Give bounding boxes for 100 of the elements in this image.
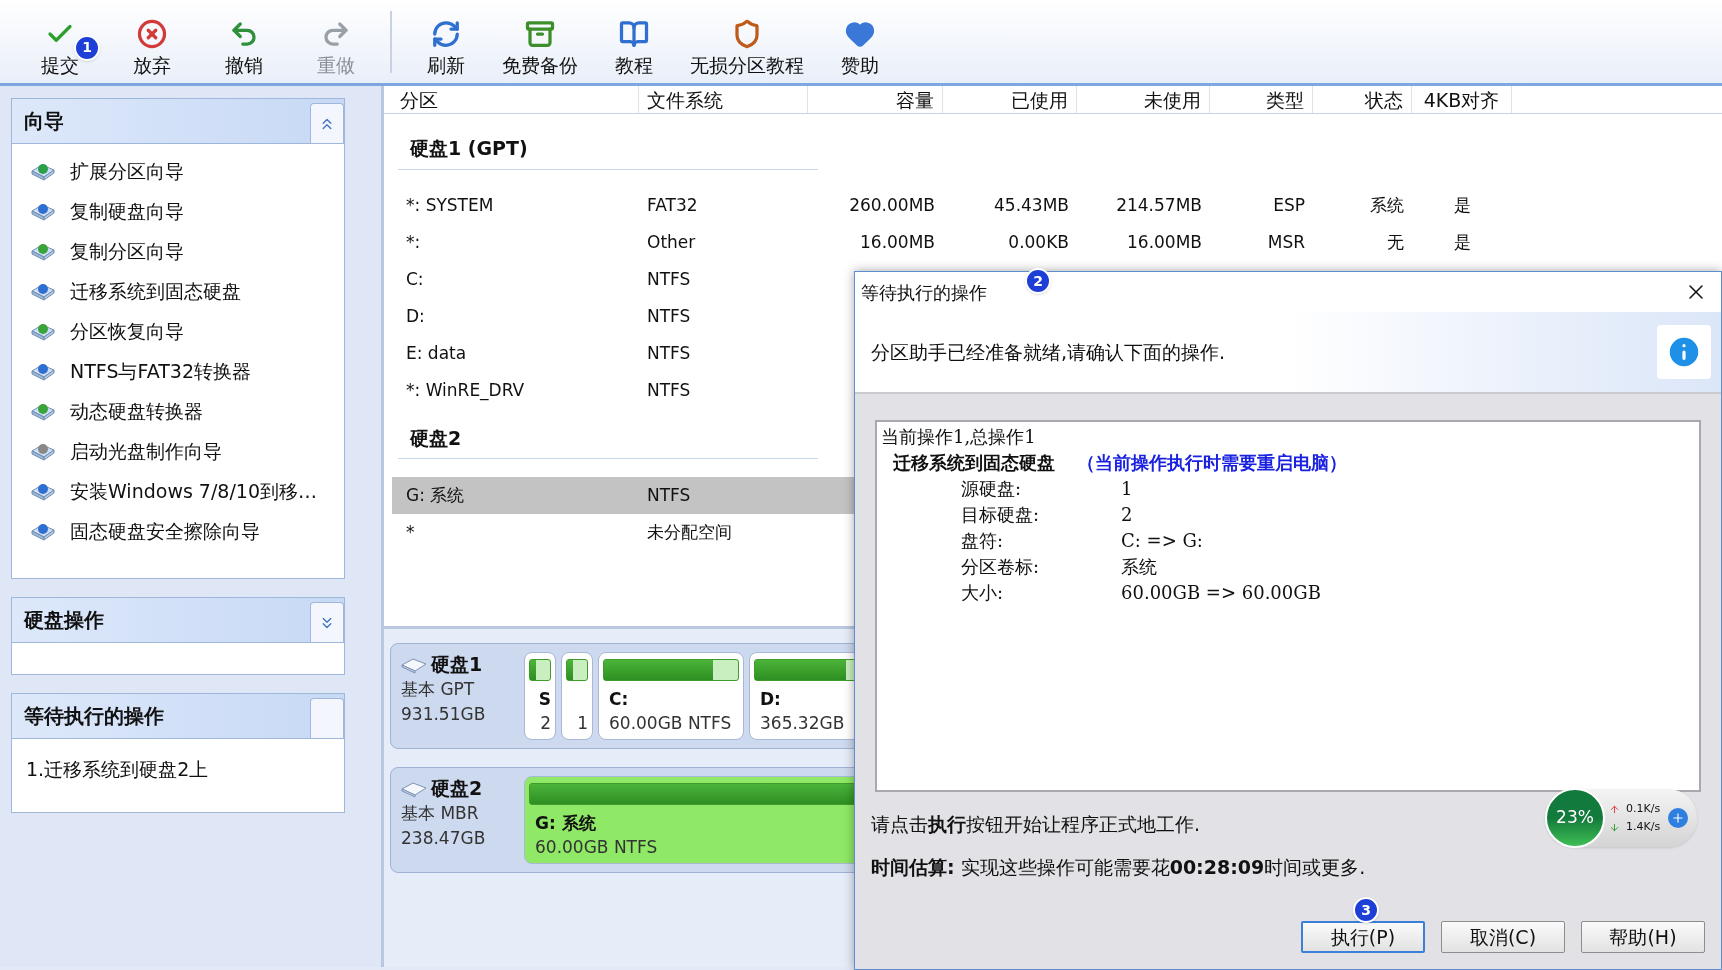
column-header[interactable]: 容量 — [808, 86, 943, 113]
detail-label: 分区卷标: — [961, 555, 1041, 579]
partition-detail: 2 — [540, 712, 551, 735]
partition-block[interactable]: C: 60.00GB NTFS — [598, 652, 744, 740]
disk-name: 硬盘2 — [431, 776, 483, 801]
book-icon — [619, 18, 649, 49]
column-header[interactable]: 类型 — [1210, 86, 1313, 113]
detail-label: 目标硬盘: — [961, 503, 1041, 527]
restart-note: （当前操作执行时需要重启电脑） — [1077, 451, 1347, 475]
table-cell-text: C: — [406, 268, 425, 292]
toolbar-button[interactable]: 无损分区教程 — [680, 18, 814, 79]
toolbar-button[interactable]: 放弃 — [106, 18, 198, 79]
detail-label: 源硬盘: — [961, 477, 1023, 501]
toolbar-button[interactable]: 撤销 — [198, 18, 290, 79]
toolbar-button[interactable]: 刷新 — [400, 18, 492, 79]
wizard-item[interactable]: 启动光盘制作向导 — [12, 434, 344, 468]
table-cell-text: G: 系统 — [406, 483, 466, 507]
column-header[interactable]: 分区 — [392, 86, 639, 113]
detail-label: 盘符: — [961, 529, 1005, 553]
disk-size: 238.47GB — [401, 827, 487, 850]
detail-value: 系统 — [1121, 555, 1157, 579]
table-cell-text: 45.43MB — [993, 194, 1070, 218]
table-cell-text: 16.00MB — [859, 231, 936, 255]
partition-detail: 365.32GB — [760, 712, 845, 735]
partition-label: S — [538, 688, 551, 711]
detail-label: 大小: — [961, 581, 1005, 605]
detail-value: 2 — [1121, 503, 1133, 527]
instruction-text: 请点击执行按钮开始让程序正式地工作. — [871, 812, 1201, 837]
partition-block[interactable]: 1 — [561, 652, 593, 740]
disk-size: 931.51GB — [401, 703, 487, 726]
pending-operation[interactable]: 1.迁移系统到硬盘2上 — [12, 755, 344, 784]
toolbar-button[interactable]: 赞助 — [814, 18, 906, 79]
plus-icon — [1668, 808, 1689, 828]
table-cell-text: 260.00MB — [848, 194, 936, 218]
collapse-button[interactable] — [310, 698, 344, 738]
panel-title: 等待执行的操作 — [24, 703, 164, 730]
wizard-item[interactable]: 复制硬盘向导 — [12, 194, 344, 228]
collapse-button[interactable] — [310, 103, 344, 143]
partition-row[interactable]: *: Other 16.00MB 0.00KB 16.00MB MSR 无 是 — [392, 224, 1722, 262]
dialog-button[interactable]: 取消(C) — [1441, 921, 1565, 953]
partition-row[interactable]: *: SYSTEM FAT32 260.00MB 45.43MB 214.57MB ESP 系统 是 — [392, 187, 1722, 225]
wizard-item[interactable]: 安装Windows 7/8/10到移… — [12, 474, 344, 508]
partition-label: C: — [609, 688, 629, 711]
table-cell-text: *: SYSTEM — [406, 194, 495, 218]
column-header[interactable]: 未使用 — [1077, 86, 1210, 113]
dialog-title: 等待执行的操作 — [861, 280, 987, 305]
table-cell-text: 214.57MB — [1115, 194, 1203, 218]
dialog-button[interactable]: 执行(P) — [1301, 921, 1425, 953]
wizard-item[interactable]: 动态硬盘转换器 — [12, 394, 344, 428]
upload-icon — [1609, 803, 1620, 815]
panel-title: 硬盘操作 — [24, 607, 104, 634]
wizard-item[interactable]: 扩展分区向导 — [12, 154, 344, 188]
column-header[interactable]: 4KB对齐 — [1412, 86, 1512, 113]
shield-icon — [732, 18, 762, 49]
table-cell-text: *: — [406, 231, 422, 255]
partition-detail: 1 — [577, 712, 588, 735]
table-cell-text: D: — [406, 305, 426, 329]
table-cell-text: 是 — [1452, 194, 1472, 218]
table-cell-text: 是 — [1452, 231, 1472, 255]
detail-value: C: => G: — [1121, 529, 1203, 553]
operation-name: 迁移系统到固态硬盘 — [893, 451, 1055, 475]
table-cell-text: * — [406, 520, 416, 544]
toolbar-button[interactable]: 免费备份 — [492, 18, 588, 79]
toolbar-button[interactable]: 教程 — [588, 18, 680, 79]
partition-block[interactable]: S 2 — [524, 652, 556, 740]
panel-title: 向导 — [24, 108, 64, 135]
table-cell-text: 16.00MB — [1126, 231, 1203, 255]
usage-percent: 23% — [1556, 806, 1594, 830]
partition-label: G: 系统 — [535, 812, 596, 835]
table-cell-text: FAT32 — [646, 194, 699, 218]
wizard-item[interactable]: NTFS与FAT32转换器 — [12, 354, 344, 388]
partition-label: D: — [760, 688, 781, 711]
wizard-item[interactable]: 分区恢复向导 — [12, 314, 344, 348]
table-cell-text: MSR — [1266, 231, 1306, 255]
toolbar-button[interactable]: 提交 1 — [14, 18, 106, 79]
table-cell-text: 系统 — [1369, 194, 1405, 218]
collapse-button[interactable] — [310, 602, 344, 642]
refresh-icon — [431, 18, 461, 49]
table-cell-text: NTFS — [646, 305, 692, 329]
table-cell-text: NTFS — [646, 483, 692, 507]
wizard-item[interactable]: 复制分区向导 — [12, 234, 344, 268]
column-header[interactable]: 文件系统 — [639, 86, 808, 113]
wizard-item[interactable]: 迁移系统到固态硬盘 — [12, 274, 344, 308]
disk-heading: 硬盘2 — [398, 423, 818, 459]
upload-speed: 0.1K/s — [1626, 801, 1661, 817]
partition-detail: 60.00GB NTFS — [609, 712, 732, 735]
table-cell-text: 未分配空间 — [646, 520, 733, 544]
time-estimate: 时间估算: 实现这些操作可能需要花00:28:09时间或更多. — [871, 854, 1366, 880]
table-cell-text: NTFS — [646, 268, 692, 292]
table-cell-text: NTFS — [646, 342, 692, 366]
column-header[interactable]: 已使用 — [943, 86, 1077, 113]
table-cell-text: ESP — [1272, 194, 1306, 218]
column-header[interactable]: 状态 — [1313, 86, 1412, 113]
archive-icon — [525, 18, 555, 49]
detail-value: 60.00GB => 60.00GB — [1121, 581, 1321, 605]
download-speed: 1.4K/s — [1626, 819, 1661, 835]
wizard-item[interactable]: 固态硬盘安全擦除向导 — [12, 514, 344, 548]
dialog-button[interactable]: 帮助(H) — [1581, 921, 1705, 953]
table-cell-text: 无 — [1386, 231, 1405, 255]
table-cell-text: E: data — [406, 342, 468, 366]
